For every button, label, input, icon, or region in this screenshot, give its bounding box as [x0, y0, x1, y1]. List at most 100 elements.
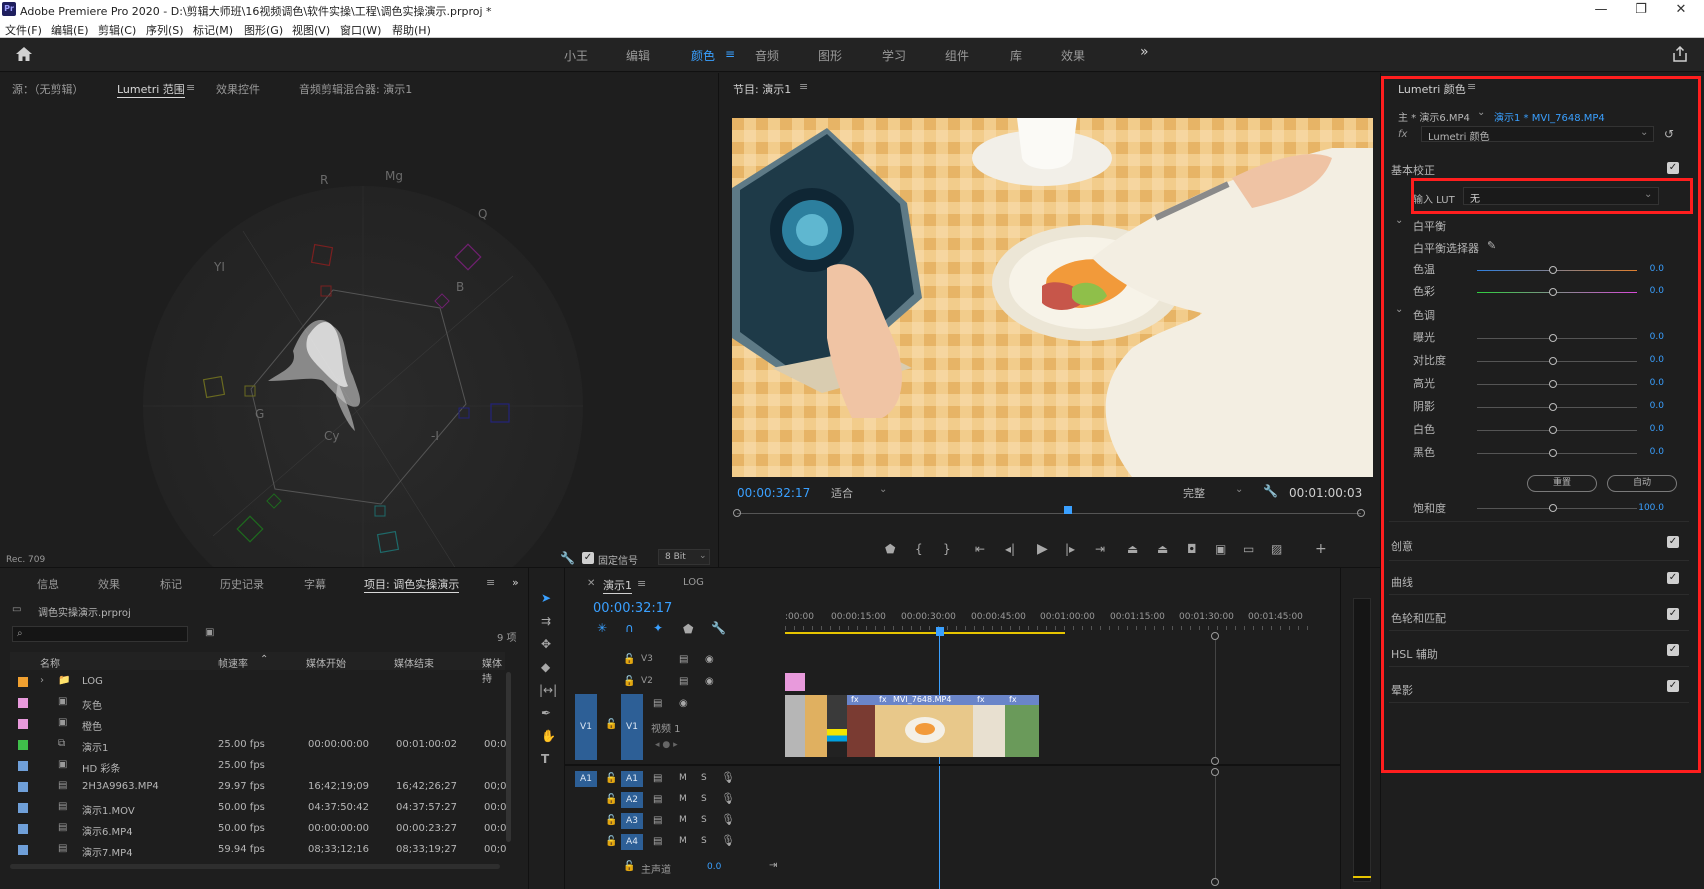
sync-icon[interactable]: ▤	[679, 654, 688, 666]
project-item-row[interactable]: ▤ 演示1.MOV 50.00 fps 04:37:50:42 04:37:57:27 0…	[10, 798, 506, 819]
wrench-icon[interactable]: 🔧	[711, 622, 726, 634]
sync-icon[interactable]: ▤	[653, 794, 662, 806]
minimize-button[interactable]: —	[1586, 1, 1616, 19]
project-item-row[interactable]: ▤ 2H3A9963.MP4 29.97 fps 16;42;19;09 16;42;2…	[10, 777, 506, 798]
fit-dropdown[interactable]: 适合 ⌄	[827, 483, 893, 500]
hand-tool-icon[interactable]: ✋	[541, 730, 556, 742]
mark-out-icon[interactable]: }	[943, 543, 951, 555]
mic-icon[interactable]: 🎙	[721, 772, 735, 784]
timeline-zoom-handle[interactable]	[1211, 878, 1219, 886]
project-scrollbar[interactable]	[506, 672, 511, 842]
more-workspaces-button[interactable]: »	[1140, 44, 1149, 60]
lock-icon[interactable]: 🔓	[623, 861, 635, 873]
timeline-zoom-handle[interactable]	[1211, 757, 1219, 765]
workspace-effects[interactable]: 效果	[1061, 47, 1085, 64]
workspace-xiaowang[interactable]: 小王	[564, 47, 588, 64]
razor-tool-icon[interactable]: ◆	[541, 661, 550, 673]
tab-source[interactable]: 源：（无剪辑）	[12, 81, 84, 97]
menu-window[interactable]: 窗口(W)	[340, 22, 381, 38]
menu-icon[interactable]: ≡	[486, 576, 495, 589]
lock-icon[interactable]: 🔓	[605, 719, 617, 731]
lock-icon[interactable]: 🔓	[623, 676, 635, 688]
plus-icon[interactable]: +	[1315, 542, 1327, 556]
clip-gray[interactable]	[785, 695, 805, 757]
wrench-icon[interactable]: 🔧	[560, 552, 575, 564]
timeline-zoom-handle[interactable]	[1211, 768, 1219, 776]
workspace-color[interactable]: 颜色	[691, 47, 715, 64]
timeline-zoom-handle[interactable]	[1211, 632, 1219, 640]
tab-project[interactable]: 项目: 调色实操演示	[364, 576, 460, 593]
mute-button[interactable]: M	[679, 815, 687, 825]
share-icon[interactable]	[1672, 45, 1688, 62]
marker-icon[interactable]: ⬟	[683, 623, 693, 635]
target-a3[interactable]: A3	[621, 813, 643, 829]
tab-log[interactable]: LOG	[683, 577, 704, 588]
project-item-row[interactable]: ▣ 橙色	[10, 714, 495, 735]
snap-icon[interactable]: ∩	[625, 622, 634, 634]
column-media-start[interactable]: 媒体开始	[306, 655, 346, 670]
close-button[interactable]: ✕	[1666, 1, 1696, 19]
mic-icon[interactable]: 🎙	[721, 814, 735, 826]
av-divider[interactable]	[565, 764, 1341, 766]
lock-icon[interactable]: 🔓	[605, 773, 617, 785]
sync-icon[interactable]: ▤	[653, 815, 662, 827]
clamp-signal-checkbox[interactable]: ✓	[582, 552, 594, 564]
label-color-swatch[interactable]	[18, 740, 28, 750]
work-area-bar[interactable]	[785, 632, 1065, 634]
menu-icon[interactable]: ≡	[186, 81, 195, 94]
extract-icon[interactable]: ⏏	[1157, 543, 1168, 555]
menu-icon[interactable]: ≡	[725, 47, 735, 61]
mark-in-icon[interactable]: {	[915, 543, 923, 555]
menu-help[interactable]: 帮助(H)	[392, 22, 431, 38]
tab-info[interactable]: 信息	[37, 576, 59, 592]
workspace-learn[interactable]: 学习	[882, 47, 906, 64]
project-item-row[interactable]: ▤ 演示7.MP4 59.94 fps 08;33;12;16 08;33;19;27 0…	[10, 840, 506, 861]
project-item-row[interactable]: ⧉ 演示1 25.00 fps 00:00:00:00 00:01:00:02 00:0	[10, 735, 506, 756]
tab-history[interactable]: 历史记录	[220, 576, 264, 592]
solo-button[interactable]: S	[701, 773, 707, 783]
vr-icon[interactable]: ▨	[1271, 543, 1282, 555]
lock-icon[interactable]: 🔓	[623, 654, 635, 666]
sync-icon[interactable]: ▤	[653, 698, 662, 710]
clip-mvi-7648[interactable]: fx MVI_7648.MP4	[875, 695, 973, 757]
chevron-right-icon[interactable]: ›	[40, 675, 44, 686]
more-tabs-button[interactable]: »	[512, 576, 519, 589]
column-media-end[interactable]: 媒体结束	[394, 655, 434, 670]
selection-tool-icon[interactable]: ➤	[541, 592, 551, 604]
multi-camera-icon[interactable]: ▣	[1215, 543, 1226, 555]
workspace-edit[interactable]: 编辑	[626, 47, 650, 64]
tab-effects[interactable]: 效果	[98, 576, 120, 592]
track-select-tool-icon[interactable]: ⇉	[541, 615, 551, 627]
menu-file[interactable]: 文件(F)	[5, 22, 42, 38]
menu-graphics[interactable]: 图形(G)	[244, 22, 283, 38]
lock-icon[interactable]: 🔓	[605, 794, 617, 806]
marker-icon[interactable]: ⬟	[885, 543, 895, 555]
target-v1[interactable]: V1	[621, 694, 643, 760]
program-timecode[interactable]: 00:00:32:17	[737, 486, 810, 500]
bit-depth-dropdown[interactable]: 8 Bit ⌄	[658, 549, 710, 565]
sync-icon[interactable]: ▤	[653, 836, 662, 848]
mute-button[interactable]: M	[679, 794, 687, 804]
project-hscrollbar[interactable]	[10, 864, 500, 869]
clip-color-bars[interactable]	[827, 695, 847, 757]
target-a4[interactable]: A4	[621, 834, 643, 850]
type-tool-icon[interactable]: T	[541, 753, 549, 765]
close-icon[interactable]: ✕	[587, 578, 595, 589]
column-name[interactable]: 名称	[40, 655, 60, 670]
mute-button[interactable]: M	[679, 773, 687, 783]
label-color-swatch[interactable]	[18, 677, 28, 687]
menu-sequence[interactable]: 序列(S)	[146, 22, 184, 38]
tab-effect-controls[interactable]: 效果控件	[216, 81, 260, 97]
target-a2[interactable]: A2	[621, 792, 643, 808]
play-icon[interactable]: ▶	[1037, 542, 1048, 556]
sync-icon[interactable]: ▤	[653, 773, 662, 785]
project-item-row[interactable]: ▣ HD 彩条 25.00 fps	[10, 756, 495, 777]
lock-icon[interactable]: 🔓	[605, 815, 617, 827]
label-color-swatch[interactable]	[18, 782, 28, 792]
solo-button[interactable]: S	[701, 794, 707, 804]
slip-tool-icon[interactable]: |↔|	[539, 684, 557, 696]
restore-button[interactable]: ❐	[1626, 1, 1656, 19]
column-frame-rate[interactable]: 帧速率	[218, 655, 248, 670]
workspace-graphics[interactable]: 图形	[818, 47, 842, 64]
mic-icon[interactable]: 🎙	[721, 835, 735, 847]
